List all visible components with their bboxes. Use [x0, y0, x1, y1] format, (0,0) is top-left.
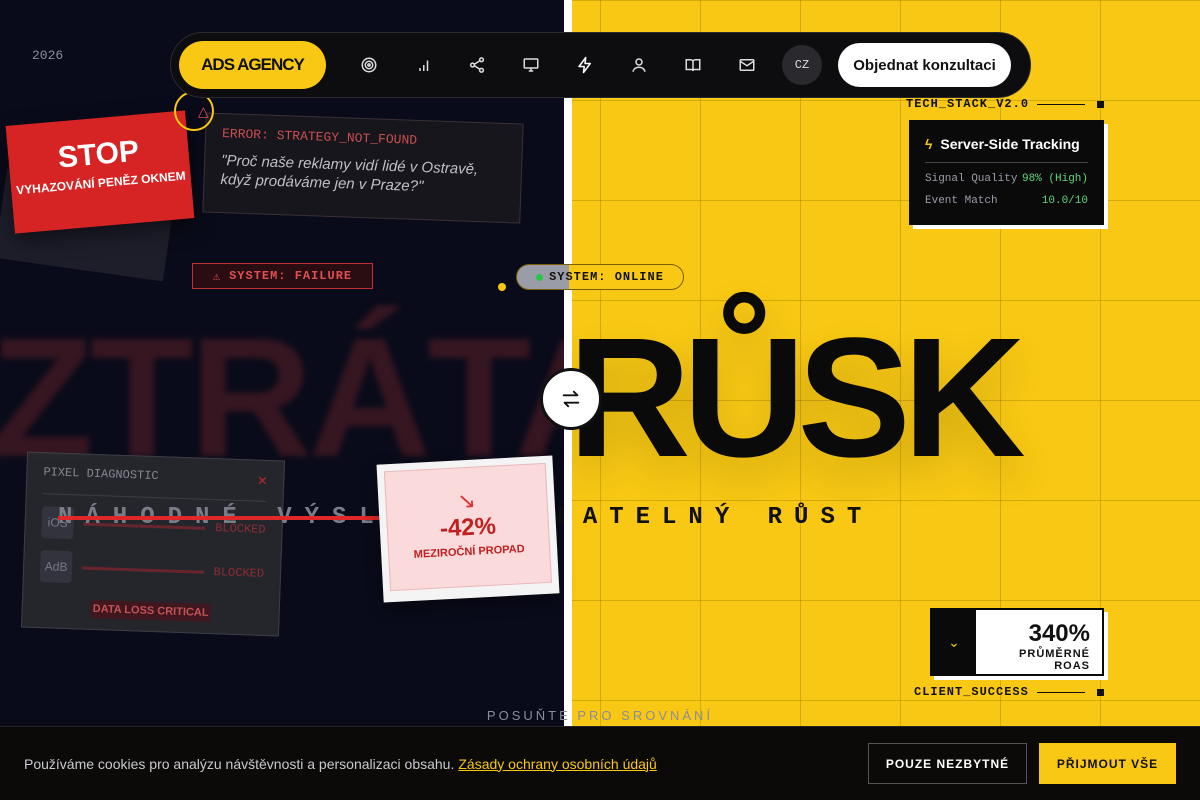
tracking-label: Signal Quality	[925, 173, 1018, 185]
user-icon[interactable]	[612, 41, 666, 89]
share-icon[interactable]	[450, 41, 504, 89]
swap-arrows-icon	[562, 390, 580, 408]
consultation-button[interactable]: Objednat konzultaci	[838, 43, 1011, 87]
close-icon: ×	[257, 472, 268, 491]
tracking-row: Event Match 10.0/10	[925, 195, 1088, 207]
essential-only-button[interactable]: POUZE NEZBYTNÉ	[868, 743, 1027, 784]
stop-sticker: STOP VYHAZOVÁNÍ PENĚZ OKNEM	[5, 110, 195, 234]
tag-line	[1037, 103, 1086, 105]
pixel-row-icon: AdB	[39, 550, 73, 584]
left-panel: 2026 ZTRÁTA STOP VYHAZOVÁNÍ PENĚZ OKNEM …	[0, 0, 568, 800]
growth-word: RŮSK	[568, 303, 1026, 493]
language-switch[interactable]: CZ	[782, 45, 822, 85]
pixel-diagnostic-card: PIXEL DIAGNOSTIC × iOS BLOCKED AdB BLOCK…	[21, 451, 285, 637]
tracking-row: Signal Quality 98% (High)	[925, 173, 1088, 185]
roas-label: PRŮMĚRNÉ ROAS	[1019, 648, 1090, 672]
pixel-title: PIXEL DIAGNOSTIC	[43, 465, 159, 484]
client-success-tag: CLIENT_SUCCESS	[914, 685, 1104, 699]
cookie-text: Používáme cookies pro analýzu návštěvnos…	[24, 756, 657, 772]
chevron-down-icon: ⌄	[948, 633, 960, 650]
pixel-row-status: BLOCKED	[213, 565, 265, 581]
tracking-title: Server-Side Tracking	[940, 136, 1080, 152]
tag-line	[1036, 691, 1085, 693]
accept-all-button[interactable]: PŘIJMOUT VŠE	[1039, 743, 1176, 784]
nav-icons	[342, 41, 774, 89]
cookie-message: Používáme cookies pro analýzu návštěvnos…	[24, 755, 455, 772]
tracking-value: 10.0/10	[1041, 195, 1088, 207]
roas-card: ⌄ 340% PRŮMĚRNÉ ROAS	[930, 608, 1104, 676]
target-icon[interactable]	[342, 41, 396, 89]
privacy-policy-link[interactable]: Zásady ochrany osobních údajů	[458, 756, 656, 772]
monitor-icon[interactable]	[504, 41, 558, 89]
system-failure-badge: ⚠ SYSTEM: FAILURE	[192, 263, 373, 289]
mail-icon[interactable]	[720, 41, 774, 89]
tag-square	[1097, 100, 1105, 108]
roas-value: 340%	[1028, 620, 1090, 647]
system-failure-text: SYSTEM: FAILURE	[229, 269, 353, 283]
chart-icon[interactable]	[396, 41, 450, 89]
tech-stack-label: TECH_STACK_V2.0	[906, 97, 1030, 111]
system-online-text: SYSTEM: ONLINE	[549, 270, 664, 284]
system-online-badge: SYSTEM: ONLINE	[516, 264, 684, 290]
tracking-label: Event Match	[925, 195, 998, 207]
compare-hint: POSUŇTE PRO SROVNÁNÍ	[486, 708, 714, 723]
tag-square	[1096, 688, 1104, 696]
error-code: ERROR: STRATEGY_NOT_FOUND	[221, 126, 418, 148]
logo[interactable]: ADS AGENCY	[179, 41, 326, 89]
data-loss-alert: DATA LOSS CRITICAL	[90, 599, 211, 623]
cookie-banner: Používáme cookies pro analýzu návštěvnos…	[0, 726, 1200, 800]
warning-icon: △	[198, 103, 209, 119]
top-navigation: ADS AGENCY CZ Objednat konzultaci	[170, 32, 1031, 98]
pixel-row-bar	[82, 566, 204, 574]
status-dot	[498, 283, 506, 291]
tech-stack-tag: TECH_STACK_V2.0	[906, 97, 1105, 111]
error-card: ERROR: STRATEGY_NOT_FOUND "Proč naše rek…	[202, 112, 524, 224]
compare-slider-handle[interactable]	[540, 368, 602, 430]
warning-icon: ⚠	[212, 269, 222, 284]
bolt-icon[interactable]	[558, 41, 612, 89]
pixel-row: AdB BLOCKED	[39, 550, 265, 590]
drop-polaroid: ↘ -42% MEZIROČNÍ PROPAD	[376, 455, 560, 603]
tracking-value: 98% (High)	[1021, 173, 1088, 185]
year-label: 2026	[32, 48, 64, 63]
online-dot	[536, 273, 544, 281]
compare-divider[interactable]	[564, 0, 572, 726]
tracking-card: ϟ Server-Side Tracking Signal Quality 98…	[909, 120, 1104, 225]
comparison-stage: 2026 ZTRÁTA STOP VYHAZOVÁNÍ PENĚZ OKNEM …	[0, 0, 1200, 800]
book-icon[interactable]	[666, 41, 720, 89]
bolt-icon: ϟ	[925, 136, 933, 152]
client-success-label: CLIENT_SUCCESS	[914, 685, 1029, 699]
error-quote: "Proč naše reklamy vidí lidé v Ostravě, …	[220, 152, 479, 196]
